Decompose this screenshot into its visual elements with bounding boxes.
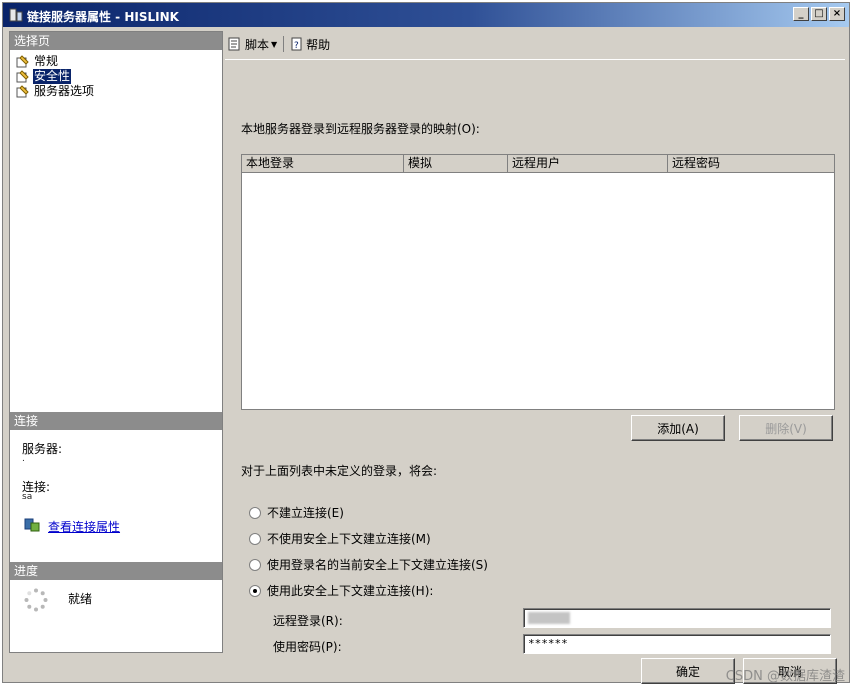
column-header[interactable]: 本地登录: [242, 155, 404, 173]
dialog-window: 链接服务器属性 - HISLINK _ □ × 选择页 常规 安全性 服务器选项…: [2, 2, 851, 684]
right-pane: 脚本 ▼ ? 帮助 本地服务器登录到远程服务器登录的映射(O): 本地登录 模拟…: [225, 31, 845, 654]
connection-properties-icon: [24, 518, 40, 532]
left-pane: 选择页 常规 安全性 服务器选项 连接 服务器: . 连接: sa 查看连接属性…: [9, 31, 223, 653]
column-header[interactable]: 远程用户: [508, 155, 668, 173]
password-input[interactable]: ******: [523, 634, 831, 654]
view-connection-properties-link[interactable]: 查看连接属性: [48, 518, 120, 535]
radio-indicator: [249, 532, 261, 545]
toolbar-separator: [283, 36, 285, 52]
maximize-button[interactable]: □: [811, 7, 827, 21]
connection-header: 连接: [10, 412, 222, 430]
select-page-header: 选择页: [10, 32, 222, 50]
radio-indicator: [249, 558, 261, 571]
redacted-value: [528, 612, 570, 624]
ok-button[interactable]: 确定: [641, 658, 735, 684]
close-button[interactable]: ×: [829, 7, 845, 21]
server-value: .: [22, 454, 25, 464]
undefined-login-label: 对于上面列表中未定义的登录，将会:: [241, 464, 438, 478]
script-button[interactable]: 脚本 ▼: [227, 36, 277, 53]
page-icon: [16, 85, 29, 98]
progress-status: 就绪: [68, 592, 93, 606]
option-label: 使用此安全上下文建立连接(H):: [267, 584, 434, 598]
password-label: 使用密码(P):: [273, 640, 342, 654]
page-icon: [16, 70, 29, 83]
option-current-security-context[interactable]: 使用登录名的当前安全上下文建立连接(S): [249, 556, 488, 573]
watermark: CSDN @数据库渣渣: [725, 669, 845, 684]
option-label: 使用登录名的当前安全上下文建立连接(S): [267, 558, 488, 572]
option-this-security-context[interactable]: 使用此安全上下文建立连接(H):: [249, 582, 433, 599]
help-button[interactable]: ? 帮助: [290, 36, 330, 53]
window-title: 链接服务器属性 - HISLINK: [27, 10, 179, 24]
option-label: 不使用安全上下文建立连接(M): [267, 532, 431, 546]
server-label: 服务器:: [22, 442, 63, 456]
svg-text:?: ?: [294, 41, 299, 51]
column-header[interactable]: 模拟: [404, 155, 508, 173]
radio-indicator: [249, 506, 261, 519]
linked-server-icon: [9, 8, 23, 22]
help-icon: ?: [291, 37, 302, 51]
title-bar[interactable]: 链接服务器属性 - HISLINK _ □ ×: [3, 3, 849, 27]
radio-indicator: [249, 584, 261, 597]
remote-login-label: 远程登录(R):: [273, 614, 343, 628]
page-item-label: 服务器选项: [34, 84, 95, 98]
add-button[interactable]: 添加(A): [631, 415, 725, 441]
login-mapping-grid[interactable]: 本地登录 模拟 远程用户 远程密码: [241, 154, 835, 410]
toolbar: 脚本 ▼ ? 帮助: [225, 31, 845, 57]
dialog-footer: 确定 取消 CSDN @数据库渣渣: [3, 655, 851, 684]
page-item-label: 常规: [34, 54, 59, 68]
page-icon: [16, 55, 29, 68]
minimize-button[interactable]: _: [793, 7, 809, 21]
option-no-security-context[interactable]: 不使用安全上下文建立连接(M): [249, 530, 431, 547]
progress-header: 进度: [10, 562, 222, 580]
column-header[interactable]: 远程密码: [668, 155, 834, 173]
page-item-general[interactable]: 常规: [16, 54, 59, 69]
page-item-security[interactable]: 安全性: [16, 69, 72, 84]
mapping-label: 本地服务器登录到远程服务器登录的映射(O):: [241, 122, 480, 136]
page-item-server-options[interactable]: 服务器选项: [16, 84, 95, 99]
option-no-connection[interactable]: 不建立连接(E): [249, 504, 344, 521]
chevron-down-icon: ▼: [271, 39, 278, 49]
script-label: 脚本: [245, 37, 270, 52]
connection-value: sa: [22, 492, 33, 502]
page-item-label: 安全性: [33, 69, 72, 84]
remove-button[interactable]: 删除(V): [739, 415, 833, 441]
progress-spinner-icon: [24, 588, 48, 612]
grid-header: 本地登录 模拟 远程用户 远程密码: [242, 155, 834, 173]
remote-login-input[interactable]: [523, 608, 831, 628]
help-label: 帮助: [306, 37, 331, 52]
script-icon: [228, 37, 240, 51]
option-label: 不建立连接(E): [267, 506, 344, 520]
security-panel: 本地服务器登录到远程服务器登录的映射(O): 本地登录 模拟 远程用户 远程密码…: [225, 59, 845, 654]
